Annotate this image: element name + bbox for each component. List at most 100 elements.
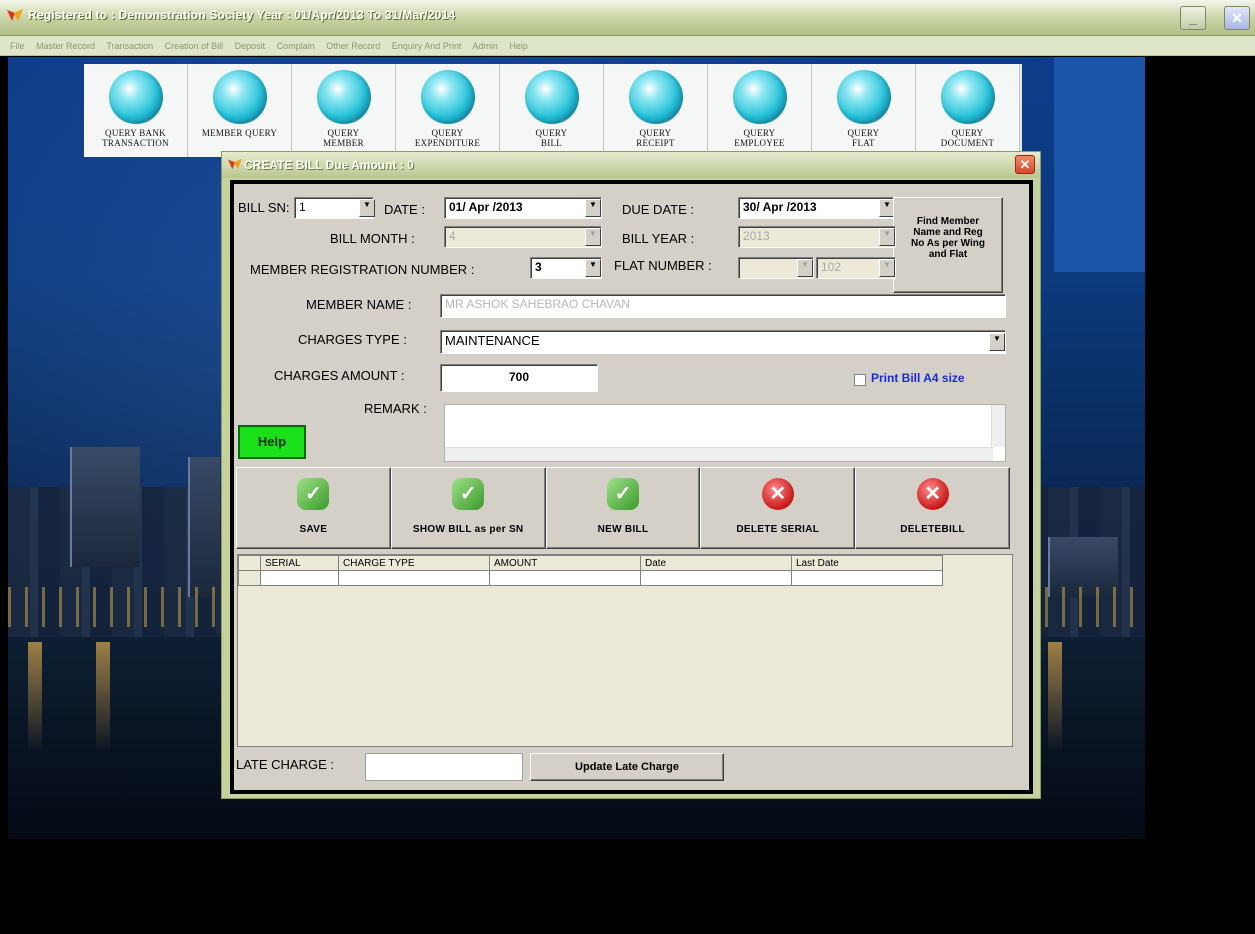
menu-master-record[interactable]: Master Record <box>36 41 95 51</box>
delete-serial-button[interactable]: ✕ DELETE SERIAL <box>700 467 856 549</box>
member-name-label: MEMBER NAME : <box>306 297 412 312</box>
app-logo-icon <box>7 9 23 21</box>
bill-month-select[interactable]: 4 <box>444 226 602 248</box>
light-reflection <box>96 642 110 752</box>
chevron-down-icon[interactable]: ▼ <box>585 199 601 217</box>
query-expenditure-button[interactable]: QUERY EXPENDITURE <box>396 64 500 157</box>
globe-icon <box>108 70 163 124</box>
bill-month-label: BILL MONTH : <box>330 231 415 246</box>
check-icon: ✓ <box>297 478 330 510</box>
chevron-down-icon[interactable]: ▼ <box>359 199 375 217</box>
delete-bill-button[interactable]: ✕ DELETEBILL <box>855 467 1010 549</box>
help-button[interactable]: Help <box>238 425 306 459</box>
query-toolbar: QUERY BANK TRANSACTION MEMBER QUERY QUER… <box>84 64 1022 157</box>
print-a4-label[interactable]: Print Bill A4 size <box>871 371 965 385</box>
light-reflection <box>28 642 42 752</box>
member-query-button[interactable]: MEMBER QUERY <box>188 64 292 157</box>
main-titlebar: Registered to : Demonstration Society Ye… <box>0 0 1255 36</box>
due-date-label: DUE DATE : <box>622 202 694 217</box>
x-circle-icon: ✕ <box>761 478 794 510</box>
query-employee-button[interactable]: QUERY EMPLOYEE <box>708 64 812 157</box>
member-registration-label: MEMBER REGISTRATION NUMBER : <box>250 262 475 277</box>
menu-deposit[interactable]: Deposit <box>235 41 266 51</box>
query-receipt-button[interactable]: QUERY RECEIPT <box>604 64 708 157</box>
globe-icon <box>732 70 787 124</box>
menu-enquiry-and-print[interactable]: Enquiry And Print <box>392 41 462 51</box>
action-bar: ✓ SAVE ✓ SHOW BILL as per SN ✓ NEW BILL … <box>236 467 1010 549</box>
menu-creation-of-bill[interactable]: Creation of Bill <box>165 41 224 51</box>
dialog-close-button[interactable]: ✕ <box>1015 155 1035 174</box>
member-name-field[interactable]: MR ASHOK SAHEBRAO CHAVAN <box>440 294 1006 318</box>
query-flat-button[interactable]: QUERY FLAT <box>812 64 916 157</box>
charges-amount-label: CHARGES AMOUNT : <box>274 368 405 383</box>
x-circle-icon: ✕ <box>916 478 949 510</box>
query-document-button[interactable]: QUERY DOCUMENT <box>916 64 1020 157</box>
column-date[interactable]: Date <box>640 555 792 571</box>
check-icon: ✓ <box>452 478 485 510</box>
table-row[interactable] <box>238 570 943 586</box>
dialog-titlebar[interactable]: CREATE BILL Due Amount : 0 ✕ <box>222 152 1040 178</box>
menu-admin[interactable]: Admin <box>472 41 498 51</box>
chevron-down-icon[interactable]: ▼ <box>879 259 895 277</box>
tower-left <box>70 447 140 567</box>
menu-other-record[interactable]: Other Record <box>326 41 380 51</box>
bill-sn-label: BILL SN: <box>238 200 290 215</box>
chevron-down-icon[interactable]: ▼ <box>585 228 601 246</box>
save-button[interactable]: ✓ SAVE <box>236 467 391 549</box>
menu-transaction[interactable]: Transaction <box>106 41 153 51</box>
charges-type-label: CHARGES TYPE : <box>298 332 407 347</box>
column-last-date[interactable]: Last Date <box>791 555 943 571</box>
column-amount[interactable]: AMOUNT <box>489 555 641 571</box>
charges-amount-field[interactable]: 700 <box>440 364 598 392</box>
create-bill-dialog: CREATE BILL Due Amount : 0 ✕ BILL SN: 1 … <box>221 151 1041 799</box>
query-member-button[interactable]: QUERY MEMBER <box>292 64 396 157</box>
print-a4-checkbox[interactable] <box>854 374 866 386</box>
chevron-down-icon[interactable]: ▼ <box>879 228 895 246</box>
bill-items-grid[interactable]: SERIAL CHARGE TYPE AMOUNT Date Last Date <box>237 554 1013 747</box>
globe-icon <box>316 70 371 124</box>
close-window-button[interactable]: ✕ <box>1224 6 1250 30</box>
chevron-down-icon[interactable]: ▼ <box>989 333 1005 351</box>
remark-textarea[interactable] <box>444 404 1006 462</box>
bill-form-panel: BILL SN: 1 ▼ DATE : 01/ Apr /2013 ▼ DUE … <box>234 184 1029 790</box>
globe-icon <box>836 70 891 124</box>
globe-icon <box>628 70 683 124</box>
new-bill-button[interactable]: ✓ NEW BILL <box>545 467 701 549</box>
row-selector-header <box>238 555 261 571</box>
main-window-title: Registered to : Demonstration Society Ye… <box>28 8 456 22</box>
sky-panel <box>1054 57 1145 272</box>
update-late-charge-button[interactable]: Update Late Charge <box>530 753 724 781</box>
charges-type-select[interactable]: MAINTENANCE <box>440 330 1006 354</box>
grid-header-row: SERIAL CHARGE TYPE AMOUNT Date Last Date <box>238 555 943 571</box>
dialog-title: CREATE BILL Due Amount : 0 <box>244 158 414 172</box>
minimize-button[interactable]: _ <box>1180 6 1206 30</box>
due-date-picker[interactable]: 30/ Apr /2013 <box>738 197 896 219</box>
menu-help[interactable]: Help <box>509 41 528 51</box>
app-logo-icon <box>228 158 242 170</box>
show-bill-button[interactable]: ✓ SHOW BILL as per SN <box>390 467 546 549</box>
bill-year-select[interactable]: 2013 <box>738 226 896 248</box>
globe-icon <box>524 70 579 124</box>
late-charge-field[interactable] <box>365 753 523 781</box>
chevron-down-icon[interactable]: ▼ <box>585 259 601 277</box>
check-icon: ✓ <box>606 478 639 510</box>
bill-items-table: SERIAL CHARGE TYPE AMOUNT Date Last Date <box>238 555 943 586</box>
column-serial[interactable]: SERIAL <box>260 555 339 571</box>
column-charge-type[interactable]: CHARGE TYPE <box>338 555 490 571</box>
light-reflection <box>1048 642 1062 752</box>
menu-complain[interactable]: Complain <box>277 41 315 51</box>
menu-bar: File Master Record Transaction Creation … <box>0 36 1255 56</box>
remark-vertical-scrollbar[interactable] <box>991 405 1005 447</box>
chevron-down-icon[interactable]: ▼ <box>797 259 813 277</box>
query-bank-transaction-button[interactable]: QUERY BANK TRANSACTION <box>84 64 188 157</box>
query-bill-button[interactable]: QUERY BILL <box>500 64 604 157</box>
date-picker[interactable]: 01/ Apr /2013 <box>444 197 602 219</box>
dialog-body: BILL SN: 1 ▼ DATE : 01/ Apr /2013 ▼ DUE … <box>230 180 1033 794</box>
date-label: DATE : <box>384 202 425 217</box>
find-member-button[interactable]: Find Member Name and Reg No As per Wing … <box>893 197 1003 293</box>
remark-horizontal-scrollbar[interactable] <box>445 447 993 461</box>
remark-label: REMARK : <box>364 401 427 416</box>
flat-number-label: FLAT NUMBER : <box>614 258 712 273</box>
menu-file[interactable]: File <box>10 41 25 51</box>
bill-year-label: BILL YEAR : <box>622 231 695 246</box>
